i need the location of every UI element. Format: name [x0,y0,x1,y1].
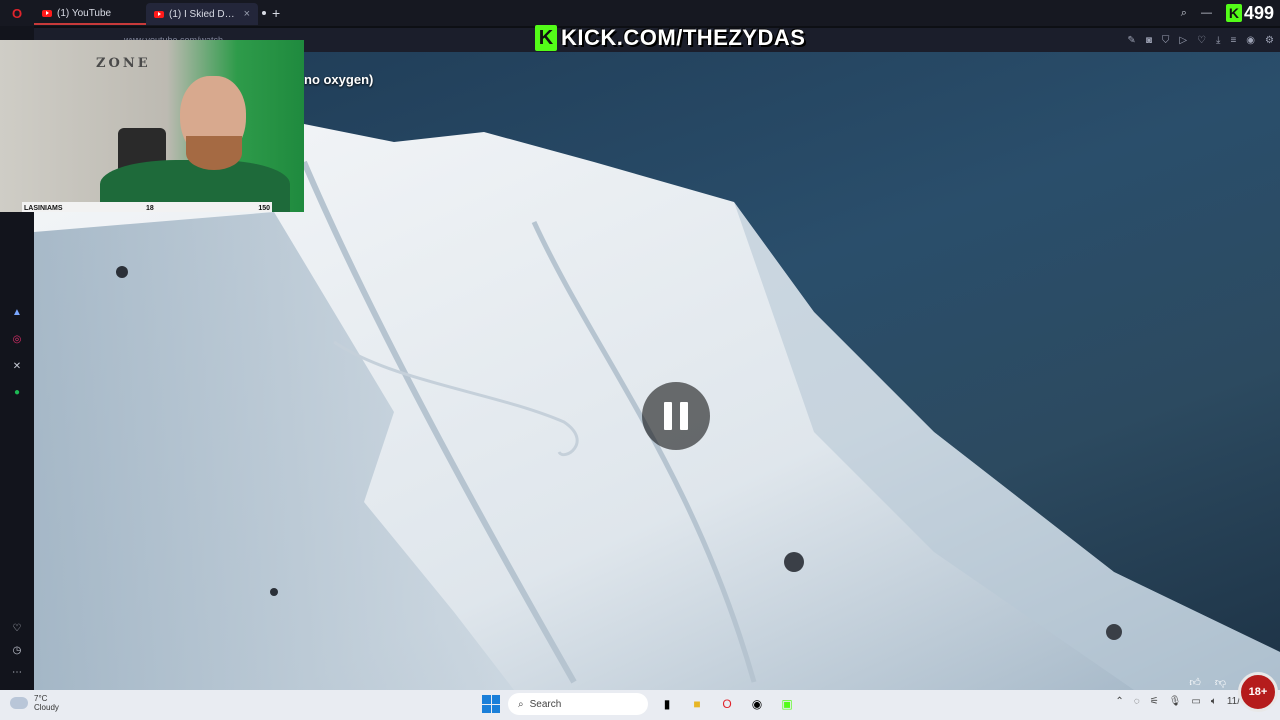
kick-url-text: KICK.COM/THEZYDAS [561,25,806,50]
youtube-favicon-icon [154,10,164,18]
heart-icon[interactable]: ♡ [1197,35,1206,46]
shield-icon[interactable]: ⛉ [1162,35,1170,46]
tab-indicator-dot [262,11,266,15]
like-icon[interactable]: 👍︎ [1189,676,1201,689]
search-icon: ⌕ [518,698,524,710]
streamer-beard [186,136,242,170]
desktop-screen: O (1) YouTube (1) I Skied Down × + ⌕ — K… [0,0,1280,720]
minimize-icon[interactable]: — [1201,7,1212,19]
folder-icon[interactable]: ■ [686,693,708,715]
volume-icon[interactable]: 🔈︎ [1211,696,1217,707]
age-rating-badge: 18+ [1238,672,1278,712]
history-icon[interactable]: ◷ [9,642,25,658]
dislike-icon[interactable]: 👎︎ [1215,676,1226,689]
webcam-info-bar: LASINIAMS 18 150 [22,202,272,212]
search-placeholder: Search [529,698,562,710]
system-tray: ⌃ ◌ ⚟ 🎙︎ ▭ 🔈︎ 11/ [1115,696,1240,707]
bar-value-a: 18 [146,204,154,212]
poster-text: ZONE [96,56,151,71]
tab-youtube[interactable]: (1) YouTube [34,3,146,25]
display-icon[interactable]: ▭ [1191,696,1200,707]
tabbar-right-controls: ⌕ — K 499 [1181,0,1280,26]
kick-logo-icon: K [535,25,557,51]
weather-desc: Cloudy [34,703,59,712]
weather-widget[interactable]: 7°C Cloudy [10,694,59,712]
obs-icon[interactable]: ◉ [746,693,768,715]
search-icon[interactable]: ⌕ [1181,7,1187,20]
spotify-icon[interactable]: ● [9,384,25,400]
windows-taskbar: 7°C Cloudy ⌕ Search ▮ ■ O ◉ ▣ ⌃ ◌ ⚟ 🎙︎ ▭… [0,690,1280,720]
camera-icon[interactable]: ◙ [1146,35,1152,46]
tab-title: (1) YouTube [57,7,112,19]
video-reaction-controls: 👍︎ 👎︎ [1189,676,1226,689]
instagram-icon[interactable]: ◎ [9,331,25,347]
viewer-count: 499 [1243,2,1274,23]
opera-icon[interactable]: O [716,693,738,715]
download-icon[interactable]: ⤓ [1216,35,1220,46]
kick-logo-icon: K [1225,4,1242,22]
viewer-counter: K 499 [1225,2,1274,24]
aria-icon[interactable]: ▲ [9,304,25,320]
address-bar-icons: ✎ ◙ ⛉ ▷ ♡ ⤓ ≡ ◉ ⚙ [1127,28,1274,52]
bar-value-b: 150 [258,204,270,212]
tab-active-video[interactable]: (1) I Skied Down × [146,3,258,25]
pause-icon [664,402,672,430]
profile-icon[interactable]: ◉ [1246,35,1255,46]
windows-start-icon[interactable] [482,695,500,713]
kick-url-banner: K KICK.COM/THEZYDAS [535,24,805,52]
settings-icon[interactable]: ⚙ [1265,35,1274,46]
taskview-icon[interactable]: ▮ [656,693,678,715]
more-icon[interactable]: ⋯ [9,664,25,680]
chevron-up-icon[interactable]: ⌃ [1115,696,1123,707]
opera-logo[interactable]: O [0,0,34,26]
new-tab-button[interactable]: + [272,5,280,21]
x-icon[interactable]: ✕ [9,358,25,374]
weather-temp: 7°C [34,694,48,703]
taskbar-search[interactable]: ⌕ Search [508,693,648,715]
network-icon[interactable]: ⚟ [1150,696,1159,707]
browser-tab-bar: O (1) YouTube (1) I Skied Down × + ⌕ — K… [0,0,1280,26]
mic-icon[interactable]: 🎙︎ [1169,696,1182,707]
tray-app-icon[interactable]: ◌ [1134,696,1140,707]
close-tab-icon[interactable]: × [244,8,250,20]
webcam-overlay: ZONE LASINIAMS 18 150 [0,40,304,212]
app-icon[interactable]: ▣ [776,693,798,715]
taskbar-center: ⌕ Search ▮ ■ O ◉ ▣ [482,693,798,715]
play-icon[interactable]: ▷ [1179,35,1187,46]
edit-icon[interactable]: ✎ [1127,35,1135,46]
heart-icon[interactable]: ♡ [9,620,25,636]
video-title: no oxygen) [304,72,374,87]
cloud-icon [10,697,28,709]
tab-title: (1) I Skied Down [169,8,239,20]
youtube-favicon-icon [42,9,52,17]
bar-name: LASINIAMS [24,204,63,212]
menu-icon[interactable]: ≡ [1230,35,1236,46]
pause-button[interactable] [642,382,710,450]
